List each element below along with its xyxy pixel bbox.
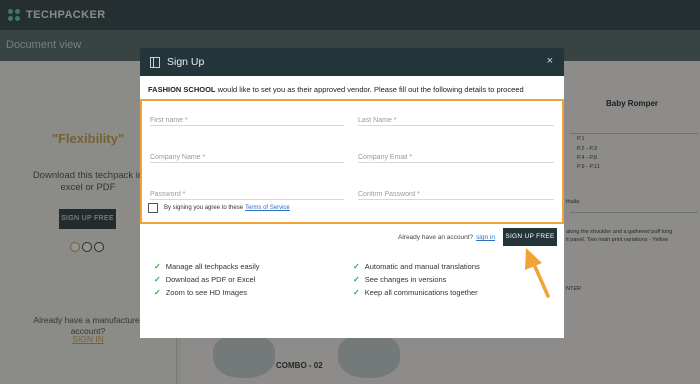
terms-label: By signing you agree to these — [164, 205, 244, 211]
check-icon: ✓ — [353, 275, 360, 284]
feature-item: ✓ Automatic and manual translations — [353, 262, 480, 271]
intro-message: would like to set you as their approved … — [215, 85, 524, 94]
feature-item: ✓ Download as PDF or Excel — [154, 275, 255, 284]
feature-text: Keep all communications together — [364, 288, 478, 297]
signin-link[interactable]: sign in — [476, 234, 495, 241]
modal-title: Sign Up — [167, 56, 205, 68]
last-name-field[interactable] — [358, 109, 554, 128]
check-icon: ✓ — [154, 275, 161, 284]
check-icon: ✓ — [154, 288, 161, 297]
company-email-field[interactable] — [358, 146, 554, 165]
feature-text: Manage all techpacks easily — [165, 262, 260, 271]
signup-free-button[interactable]: SIGN UP FREE — [503, 228, 557, 246]
terms-checkbox[interactable] — [148, 203, 158, 213]
first-name-field[interactable] — [150, 109, 344, 128]
check-icon: ✓ — [353, 262, 360, 271]
panel-icon — [150, 57, 160, 68]
company-name-input[interactable] — [150, 150, 344, 165]
feature-item: ✓ Keep all communications together — [353, 288, 478, 297]
terms-of-service-link[interactable]: Terms of Service — [245, 205, 290, 211]
feature-item: ✓ See changes in versions — [353, 275, 446, 284]
company-name-field[interactable] — [150, 146, 344, 165]
feature-item: ✓ Manage all techpacks easily — [154, 262, 260, 271]
feature-text: See changes in versions — [364, 275, 447, 284]
signup-modal: Sign Up × FASHION SCHOOL would like to s… — [140, 48, 564, 338]
feature-text: Download as PDF or Excel — [165, 275, 256, 284]
password-field[interactable] — [150, 183, 344, 202]
close-icon[interactable]: × — [547, 55, 553, 67]
confirm-password-field[interactable] — [358, 183, 554, 202]
confirm-password-input[interactable] — [358, 187, 554, 202]
password-input[interactable] — [150, 187, 344, 202]
check-icon: ✓ — [154, 262, 161, 271]
feature-text: Zoom to see HD Images — [165, 288, 247, 297]
terms-agreement: By signing you agree to these Terms of S… — [148, 203, 290, 213]
have-account-text: Already have an account? sign in — [398, 234, 495, 241]
school-name: FASHION SCHOOL — [148, 85, 216, 94]
feature-item: ✓ Zoom to see HD Images — [154, 288, 247, 297]
modal-header: Sign Up × — [140, 48, 564, 76]
feature-text: Automatic and manual translations — [364, 262, 480, 271]
intro-text: FASHION SCHOOL would like to set you as … — [148, 85, 558, 94]
company-email-input[interactable] — [358, 150, 554, 165]
check-icon: ✓ — [353, 288, 360, 297]
have-account-label: Already have an account? — [398, 234, 474, 241]
first-name-input[interactable] — [150, 113, 344, 128]
last-name-input[interactable] — [358, 113, 554, 128]
